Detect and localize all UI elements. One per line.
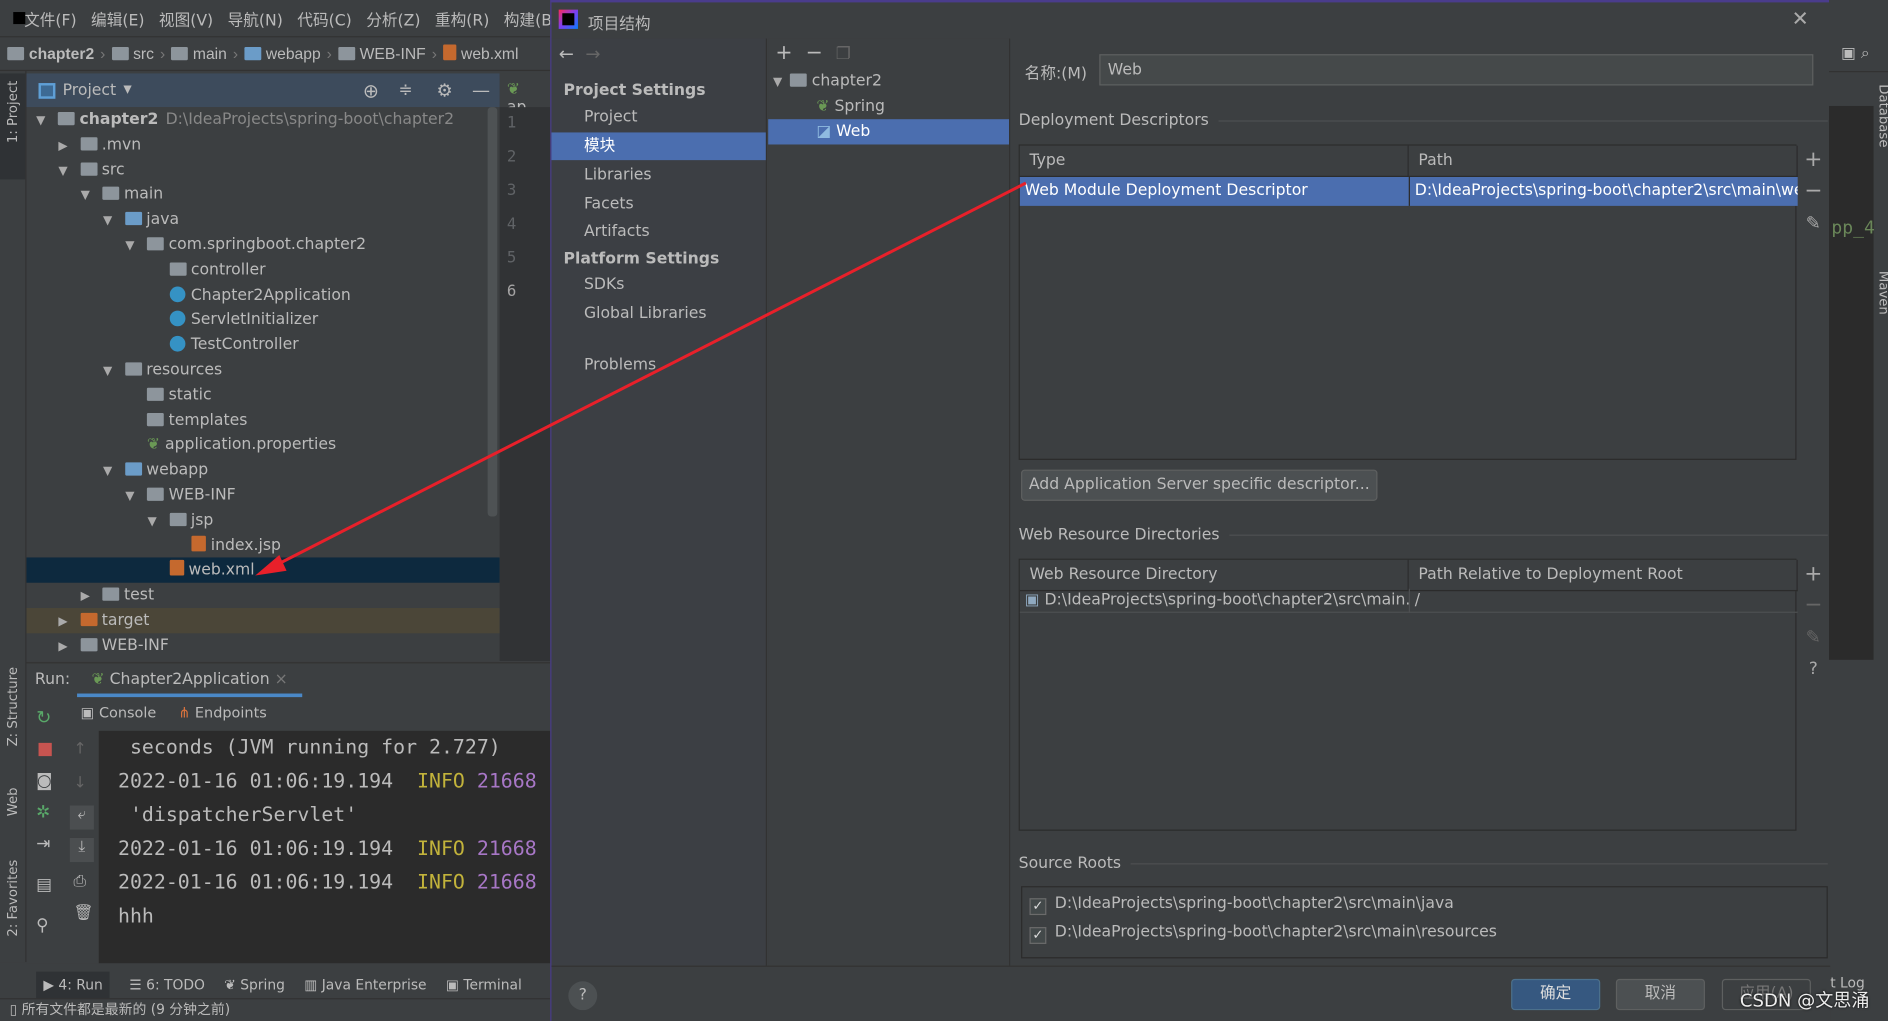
arrow-line <box>273 181 1027 568</box>
arrow-head-icon <box>255 555 287 576</box>
annotation-arrow <box>255 181 1027 576</box>
